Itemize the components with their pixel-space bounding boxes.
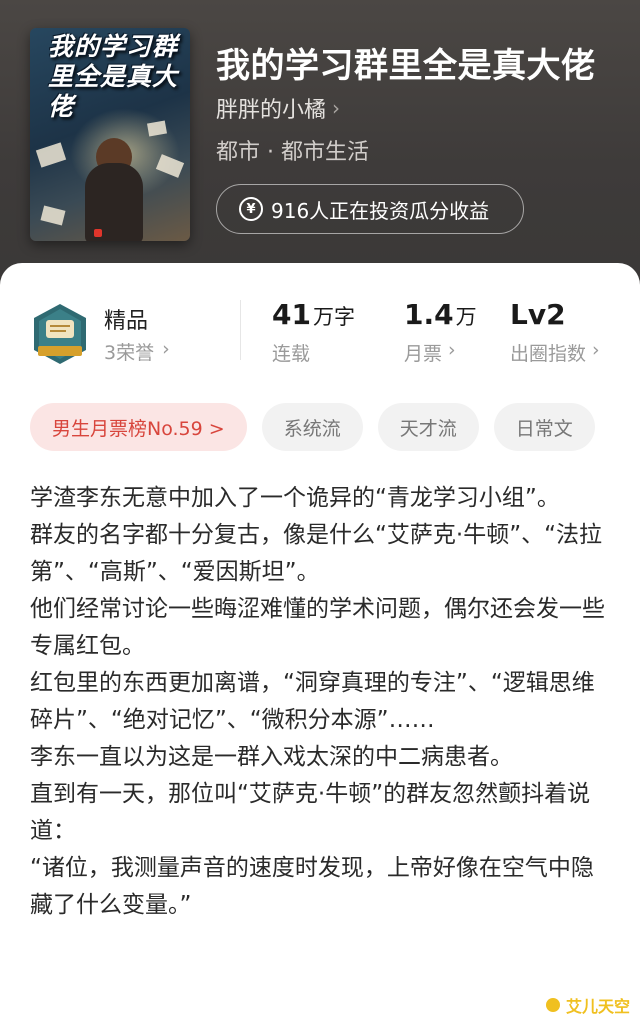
invest-button[interactable]: ¥ 916人正在投资瓜分收益 [216,184,524,234]
chevron-right-icon: › [332,96,341,120]
description-paragraph: “诸位，我测量声音的速度时发现，上帝好像在空气中隐藏了什么变量。” [30,855,594,918]
word-count-unit: 万字 [312,305,355,329]
chevron-right-icon: › [162,338,170,360]
book-cover[interactable]: 我的学习群里全是真大佬 [30,28,190,241]
cover-paper [40,205,66,226]
book-description[interactable]: 学渣李东无意中加入了一个诡异的“青龙学习小组”。 群友的名字都十分复古，像是什么… [30,480,610,924]
author-link[interactable]: 胖胖的小橘 › [216,92,340,124]
brand-logo-icon [94,229,102,237]
watermark-text: 艾儿天空 [565,997,630,1016]
book-title: 我的学习群里全是真大佬 [216,46,596,86]
description-paragraph: 他们经常讨论一些晦涩难懂的学术问题，偶尔还会发一些专属红包。 [30,596,605,659]
stats-divider [240,300,241,360]
description-paragraph: 李东一直以为这是一群入戏太深的中二病患者。 [30,744,513,770]
honor-link[interactable]: 3荣誉 › [104,338,170,365]
tag-list: 男生月票榜No.59 > 系统流 天才流 日常文 [30,403,595,451]
tag-rank[interactable]: 男生月票榜No.59 > [30,403,247,451]
description-paragraph: 群友的名字都十分复古，像是什么“艾萨克·牛顿”、“法拉第”、“高斯”、“爱因斯坦… [30,522,603,585]
cover-title: 我的学习群里全是真大佬 [48,32,179,121]
invest-text: 916人正在投资瓜分收益 [271,198,490,223]
description-paragraph: 学渣李东无意中加入了一个诡异的“青龙学习小组”。 [30,485,560,511]
description-paragraph: 直到有一天，那位叫“艾萨克·牛顿”的群友忽然颤抖着说道： [30,781,591,844]
book-genre: 都市 · 都市生活 [216,140,369,165]
chevron-right-icon: › [448,339,456,361]
watermark: 艾儿天空 [545,993,630,1017]
tag-item[interactable]: 系统流 [261,403,363,451]
monthly-ticket-unit: 万 [455,305,477,329]
monthly-ticket-stat[interactable]: 1.4 万 月票 › [404,298,477,366]
word-count-value: 41 [272,298,311,331]
tag-item[interactable]: 天才流 [377,403,479,451]
author-name: 胖胖的小橘 [216,98,327,123]
yen-icon: ¥ [239,197,263,221]
word-count-label: 连载 [272,343,311,365]
tag-item[interactable]: 日常文 [493,403,595,451]
popularity-label: 出圈指数 [510,343,587,365]
cover-brand [94,229,105,237]
popularity-value: Lv2 [510,298,566,331]
quality-label: 精品 [104,309,149,334]
monthly-ticket-value: 1.4 [404,298,454,331]
word-count-stat: 41 万字 连载 [272,298,355,366]
chevron-right-icon: › [592,339,600,361]
watermark-logo-icon [545,998,560,1012]
honor-count: 3荣誉 [104,342,155,364]
quality-badge-icon[interactable] [30,302,90,366]
popularity-stat[interactable]: Lv2 出圈指数 › [510,298,600,366]
cover-paper [35,142,67,168]
monthly-ticket-label: 月票 [404,343,443,365]
description-paragraph: 红包里的东西更加离谱，“洞穿真理的专注”、“逻辑思维碎片”、“绝对记忆”、“微积… [30,670,595,733]
